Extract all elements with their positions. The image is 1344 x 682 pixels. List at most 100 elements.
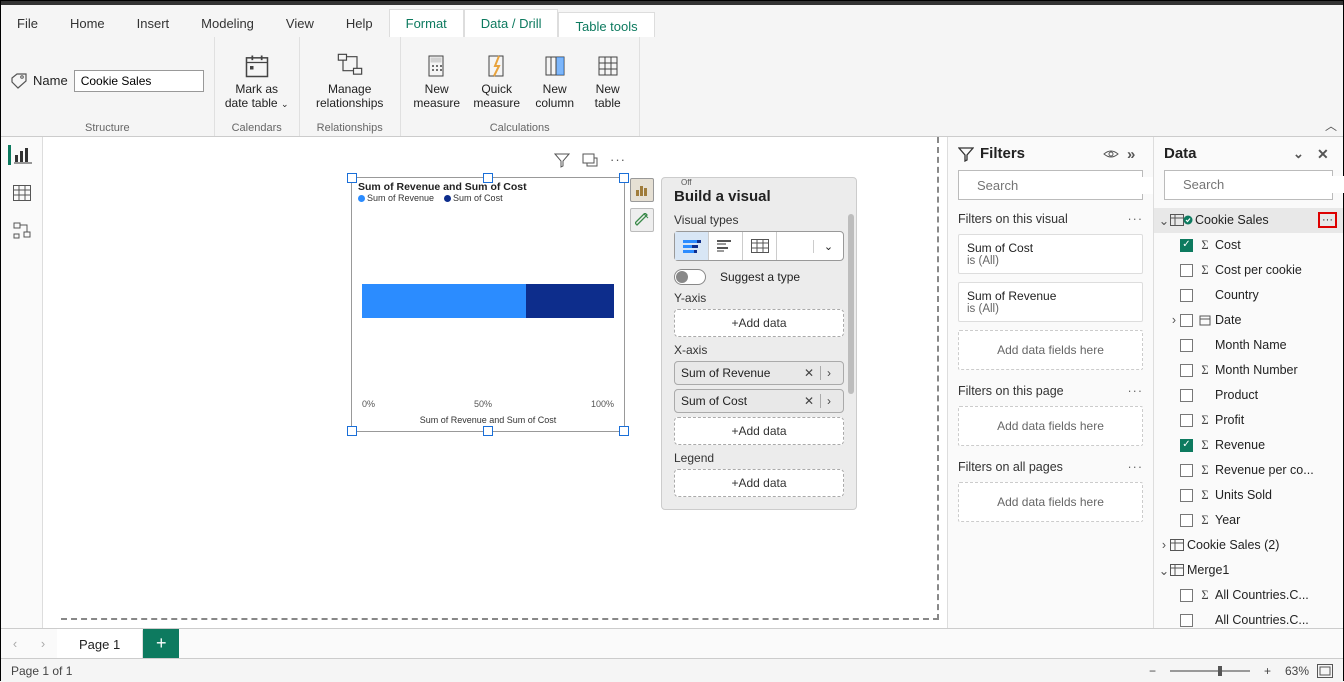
chevron-down-icon[interactable]: ⌄: [1293, 146, 1309, 162]
data-search[interactable]: [1164, 170, 1333, 200]
checkbox[interactable]: [1180, 414, 1193, 427]
new-table-button[interactable]: New table: [587, 52, 629, 110]
mark-as-date-table-button[interactable]: Mark as date table ⌄: [225, 52, 289, 110]
add-page-button[interactable]: +: [143, 629, 179, 658]
checkbox[interactable]: [1180, 389, 1193, 402]
remove-field-icon[interactable]: ✕: [798, 394, 820, 408]
report-view-button[interactable]: [8, 145, 32, 165]
table-merge1[interactable]: ⌄ Merge1: [1154, 558, 1343, 583]
y-axis-add-data[interactable]: +Add data: [674, 309, 844, 337]
table-name-input[interactable]: [74, 70, 204, 92]
table-cookie-sales[interactable]: ⌄ Cookie Sales ···: [1154, 208, 1343, 233]
section-more-icon[interactable]: ···: [1128, 212, 1144, 226]
checkbox[interactable]: [1180, 589, 1193, 602]
page-filter-dropzone[interactable]: Add data fields here: [958, 406, 1143, 446]
suggest-toggle[interactable]: [674, 269, 706, 285]
tab-insert[interactable]: Insert: [121, 10, 186, 37]
field-product[interactable]: Product: [1154, 383, 1343, 408]
x-axis-add-data[interactable]: +Add data: [674, 417, 844, 445]
field-cost-per-cookie[interactable]: ΣCost per cookie: [1154, 258, 1343, 283]
zoom-slider[interactable]: [1170, 670, 1250, 672]
filter-card-cost[interactable]: Sum of Cost is (All): [958, 234, 1143, 274]
eye-icon[interactable]: [1103, 146, 1119, 162]
close-pane-icon[interactable]: ✕: [1317, 146, 1333, 162]
tab-modeling[interactable]: Modeling: [185, 10, 270, 37]
field-all-countries-1[interactable]: ΣAll Countries.C...: [1154, 583, 1343, 608]
section-more-icon[interactable]: ···: [1128, 384, 1144, 398]
field-cost[interactable]: ΣCost: [1154, 233, 1343, 258]
x-axis-field-cost[interactable]: Sum of Cost ✕ ›: [674, 389, 844, 413]
collapse-pane-icon[interactable]: »: [1127, 146, 1143, 162]
tab-data-drill[interactable]: Data / Drill: [464, 9, 559, 37]
tab-home[interactable]: Home: [54, 10, 121, 37]
filter-icon[interactable]: [554, 152, 570, 168]
data-view-button[interactable]: [10, 183, 34, 203]
resize-handle[interactable]: [619, 426, 629, 436]
tab-view[interactable]: View: [270, 10, 330, 37]
field-profit[interactable]: ΣProfit: [1154, 408, 1343, 433]
new-measure-button[interactable]: New measure: [411, 52, 463, 110]
model-view-button[interactable]: [10, 221, 34, 241]
field-menu-icon[interactable]: ›: [820, 366, 837, 380]
field-month-number[interactable]: ΣMonth Number: [1154, 358, 1343, 383]
legend-add-data[interactable]: +Add data: [674, 469, 844, 497]
remove-field-icon[interactable]: ✕: [798, 366, 820, 380]
resize-handle[interactable]: [619, 173, 629, 183]
visual-type-table[interactable]: [743, 232, 777, 260]
field-country[interactable]: Country: [1154, 283, 1343, 308]
visual-type-stacked-bar[interactable]: [675, 232, 709, 260]
prev-page-button[interactable]: ‹: [1, 629, 29, 658]
tab-table-tools[interactable]: Table tools: [558, 12, 654, 37]
build-visual-tab[interactable]: [630, 178, 654, 202]
visual-type-clustered-bar[interactable]: [709, 232, 743, 260]
focus-mode-icon[interactable]: [582, 152, 598, 168]
filters-search[interactable]: [958, 170, 1143, 200]
new-column-button[interactable]: New column: [531, 52, 579, 110]
resize-handle[interactable]: [347, 173, 357, 183]
field-all-countries-2[interactable]: All Countries.C...: [1154, 608, 1343, 628]
page-tab-1[interactable]: Page 1: [57, 629, 143, 658]
field-year[interactable]: ΣYear: [1154, 508, 1343, 533]
zoom-in-button[interactable]: +: [1258, 664, 1277, 678]
scrollbar[interactable]: [848, 214, 854, 394]
checkbox[interactable]: [1180, 514, 1193, 527]
filter-card-revenue[interactable]: Sum of Revenue is (All): [958, 282, 1143, 322]
field-month-name[interactable]: Month Name: [1154, 333, 1343, 358]
field-revenue-per-cookie[interactable]: ΣRevenue per co...: [1154, 458, 1343, 483]
field-date[interactable]: ›Date: [1154, 308, 1343, 333]
table-cookie-sales-2[interactable]: › Cookie Sales (2): [1154, 533, 1343, 558]
checkbox[interactable]: [1180, 339, 1193, 352]
checkbox[interactable]: [1180, 239, 1193, 252]
checkbox[interactable]: [1180, 464, 1193, 477]
resize-handle[interactable]: [347, 426, 357, 436]
format-visual-tab[interactable]: [630, 208, 654, 232]
checkbox[interactable]: [1180, 439, 1193, 452]
all-pages-filter-dropzone[interactable]: Add data fields here: [958, 482, 1143, 522]
checkbox[interactable]: [1180, 364, 1193, 377]
tab-help[interactable]: Help: [330, 10, 389, 37]
table-more-options[interactable]: ···: [1318, 212, 1337, 228]
tab-format[interactable]: Format: [389, 9, 464, 37]
next-page-button[interactable]: ›: [29, 629, 57, 658]
resize-handle[interactable]: [483, 173, 493, 183]
checkbox[interactable]: [1180, 489, 1193, 502]
collapse-ribbon-button[interactable]: ︿: [1325, 117, 1337, 134]
checkbox[interactable]: [1180, 264, 1193, 277]
manage-relationships-button[interactable]: Manage relationships: [310, 52, 390, 110]
x-axis-field-revenue[interactable]: Sum of Revenue ✕ ›: [674, 361, 844, 385]
visual-stacked-bar[interactable]: ··· Sum of Revenue and Sum of Cost Sum o…: [351, 177, 625, 432]
resize-handle[interactable]: [483, 426, 493, 436]
checkbox[interactable]: [1180, 614, 1193, 627]
section-more-icon[interactable]: ···: [1128, 460, 1144, 474]
visual-filter-dropzone[interactable]: Add data fields here: [958, 330, 1143, 370]
filters-search-input[interactable]: [975, 177, 1155, 194]
data-search-input[interactable]: [1181, 176, 1344, 193]
quick-measure-button[interactable]: Quick measure: [471, 52, 523, 110]
fit-to-page-icon[interactable]: [1317, 664, 1333, 678]
checkbox[interactable]: [1180, 289, 1193, 302]
more-options-icon[interactable]: ···: [610, 152, 626, 168]
field-revenue[interactable]: ΣRevenue: [1154, 433, 1343, 458]
zoom-out-button[interactable]: −: [1143, 664, 1162, 678]
checkbox[interactable]: [1180, 314, 1193, 327]
tab-file[interactable]: File: [1, 10, 54, 37]
